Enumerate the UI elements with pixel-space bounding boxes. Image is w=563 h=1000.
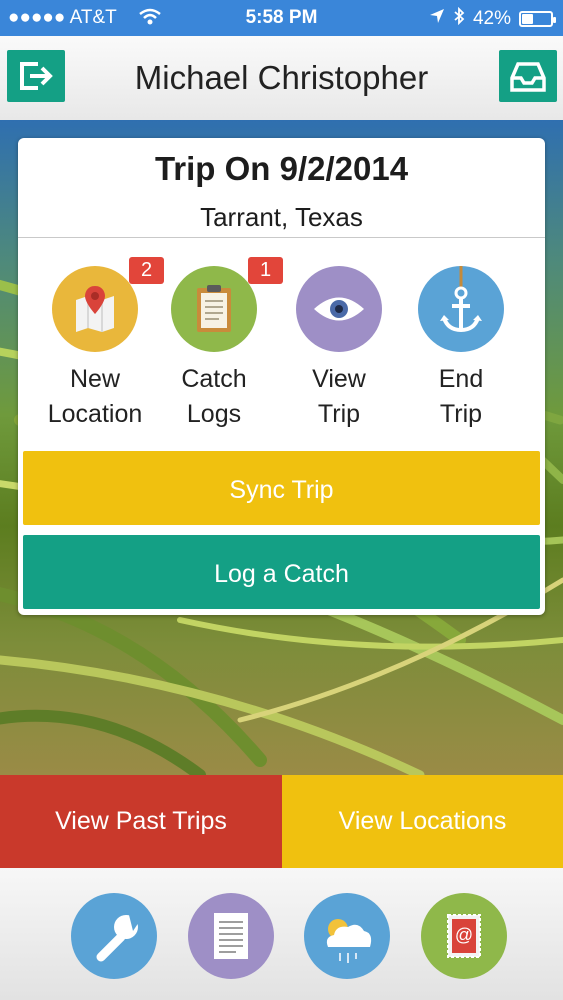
page-title: Michael Christopher <box>134 59 429 96</box>
view-trip-button[interactable]: View Trip <box>279 266 399 432</box>
bottom-dock: @ <box>0 868 563 1000</box>
trip-title: Trip On 9/2/2014 <box>154 150 409 187</box>
anchor-icon <box>440 266 482 333</box>
weather-button[interactable] <box>304 893 390 979</box>
status-bar: ●●●●● AT&T 5:58 PM 42% <box>0 0 563 36</box>
view-past-trips-button[interactable]: View Past Trips <box>0 775 282 868</box>
new-location-label: New Location <box>47 365 143 428</box>
new-location-circle: 2 <box>52 257 164 352</box>
view-locations-button[interactable]: View Locations <box>282 775 563 868</box>
notes-button[interactable] <box>188 893 274 979</box>
catch-logs-label: Catch Logs <box>181 365 247 428</box>
battery-percent: 42% <box>472 8 511 29</box>
view-trip-label: View Trip <box>312 365 366 428</box>
catch-logs-circle: 1 <box>171 257 283 352</box>
contact-button[interactable]: @ <box>421 893 507 979</box>
location-arrow-icon <box>429 8 445 30</box>
end-trip-button[interactable]: End Trip <box>401 266 521 432</box>
end-trip-circle <box>418 266 504 352</box>
inbox-button[interactable] <box>499 50 557 102</box>
eye-icon <box>314 297 364 321</box>
clipboard-icon <box>197 285 231 332</box>
end-trip-label: End Trip <box>438 365 484 428</box>
log-catch-button[interactable]: Log a Catch <box>23 535 540 609</box>
wrench-icon <box>96 915 141 962</box>
new-location-button[interactable]: 2 New Location <box>35 257 164 432</box>
battery-icon <box>519 11 556 27</box>
view-trip-circle <box>296 266 382 352</box>
email-stamp-icon: @ <box>447 914 481 958</box>
weather-cloud-icon <box>326 919 372 963</box>
divider <box>18 237 545 238</box>
document-icon <box>214 913 248 959</box>
map-pin-icon <box>76 286 114 332</box>
sync-trip-button[interactable]: Sync Trip <box>23 451 540 525</box>
trip-card: Trip On 9/2/2014 Tarrant, Texas 2 New Lo… <box>18 138 545 615</box>
settings-button[interactable] <box>71 893 157 979</box>
trip-location: Tarrant, Texas <box>200 202 363 232</box>
catch-logs-badge: 1 <box>248 257 283 284</box>
catch-logs-button[interactable]: 1 Catch Logs <box>154 257 283 432</box>
app-header: Michael Christopher <box>0 36 563 120</box>
svg-text:@: @ <box>455 925 473 945</box>
bluetooth-icon <box>453 6 465 31</box>
inbox-tray-icon <box>510 62 546 92</box>
